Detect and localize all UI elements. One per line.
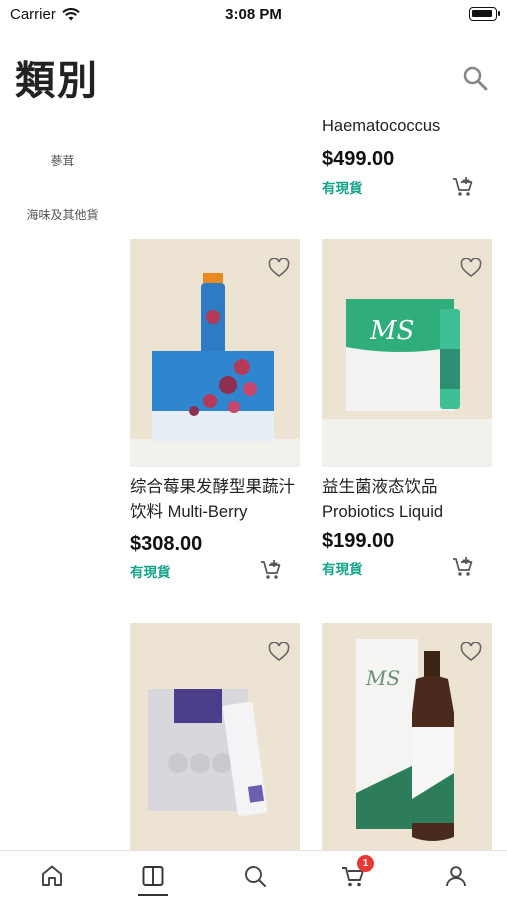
stock-status: 有現貨	[322, 562, 363, 577]
book-icon	[142, 866, 164, 886]
product-image[interactable]: MS	[322, 623, 492, 850]
tab-search[interactable]	[240, 861, 270, 891]
add-to-cart-icon[interactable]	[260, 559, 282, 581]
sidebar-item-ginseng[interactable]: 蔘茸	[0, 152, 125, 169]
tab-categories[interactable]	[138, 861, 168, 891]
tab-profile[interactable]	[441, 861, 471, 891]
status-bar: Carrier 3:08 PM	[0, 0, 507, 30]
tab-cart[interactable]: 1	[338, 855, 374, 891]
product-price: $499.00	[322, 148, 395, 170]
tab-bar: 1	[0, 850, 507, 900]
heart-icon	[460, 642, 482, 662]
product-image[interactable]	[130, 239, 300, 467]
product-price: $308.00	[130, 533, 203, 555]
favorite-button[interactable]	[454, 635, 488, 669]
stock-status: 有現貨	[322, 181, 363, 196]
product-name: 综合莓果发酵型果蔬汁饮料 Multi-Berry	[130, 478, 295, 521]
product-price: $199.00	[322, 530, 395, 552]
svg-text:MS: MS	[365, 666, 400, 690]
sidebar-item-seafood[interactable]: 海味及其他貨	[0, 206, 125, 223]
search-icon	[245, 866, 266, 887]
product-name: 益生菌液态饮品 Probiotics Liquid	[322, 478, 444, 521]
favorite-button[interactable]	[454, 251, 488, 285]
product-image[interactable]: MS	[322, 239, 492, 467]
page-title: 類別	[15, 59, 99, 103]
product-image[interactable]	[130, 623, 300, 850]
product-grid[interactable]: Haematococcus $499.00 有現貨 综合莓果发酵型果蔬汁饮料 M…	[0, 118, 507, 850]
svg-text:MS: MS	[369, 316, 414, 346]
tab-home[interactable]	[37, 861, 67, 891]
heart-icon	[268, 642, 290, 662]
favorite-button[interactable]	[262, 635, 296, 669]
heart-icon	[460, 258, 482, 278]
cart-count-badge: 1	[357, 855, 374, 872]
heart-icon	[268, 258, 290, 278]
battery-icon	[469, 7, 500, 21]
add-to-cart-icon[interactable]	[452, 556, 474, 578]
add-to-cart-icon[interactable]	[452, 176, 474, 198]
active-tab-indicator	[138, 894, 168, 896]
status-time: 3:08 PM	[225, 6, 282, 23]
product-name-partial: Haematococcus	[322, 120, 441, 132]
search-button[interactable]	[461, 64, 489, 92]
user-icon	[446, 866, 466, 887]
search-icon	[463, 66, 488, 91]
home-icon	[42, 865, 62, 886]
favorite-button[interactable]	[262, 251, 296, 285]
stock-status: 有現貨	[130, 565, 171, 580]
